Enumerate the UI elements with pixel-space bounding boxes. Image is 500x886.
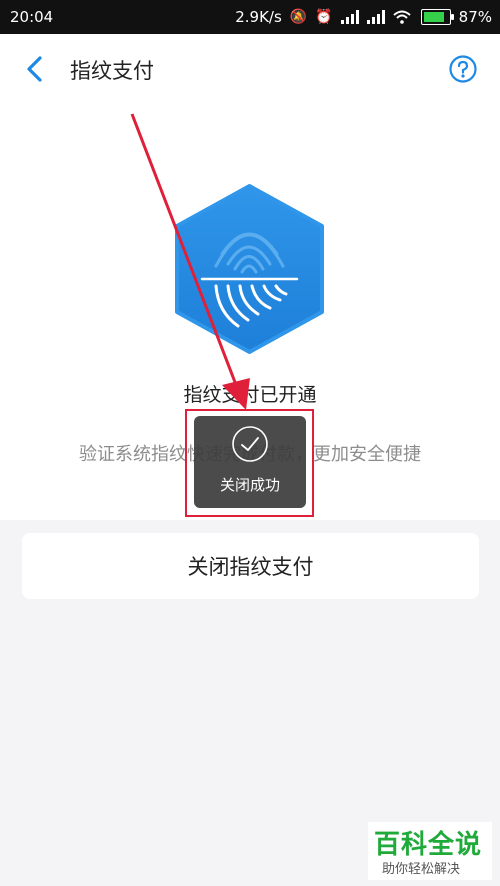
disable-fingerprint-button[interactable]: 关闭指纹支付 [22,533,479,599]
annotation-highlight-box [185,409,314,517]
battery-icon [420,9,454,25]
help-circle-icon[interactable] [448,54,478,84]
status-bar: 20:04 2.9K/s 🔕 ⏰ 87% [0,0,500,34]
fingerprint-hexagon-icon [172,184,327,354]
alarm-icon: ⏰ [315,9,333,25]
wifi-icon [392,10,411,24]
status-time: 20:04 [10,8,54,26]
watermark-logo: 百科全说 助你轻松解决 [368,822,492,880]
status-icons: 2.9K/s 🔕 ⏰ 87% [235,8,492,26]
header: 指纹支付 [0,34,500,104]
network-speed: 2.9K/s [235,8,282,26]
watermark-main: 百科全说 [374,830,483,860]
signal-icon [366,10,385,24]
page-title: 指纹支付 [70,59,154,83]
chevron-left-icon[interactable] [20,54,50,84]
signal-icon [340,10,359,24]
mute-icon: 🔕 [289,9,308,25]
watermark-sub: 助你轻松解决 [382,862,461,877]
status-text: 指纹支付已开通 [183,384,317,406]
battery-level: 87% [458,8,492,26]
